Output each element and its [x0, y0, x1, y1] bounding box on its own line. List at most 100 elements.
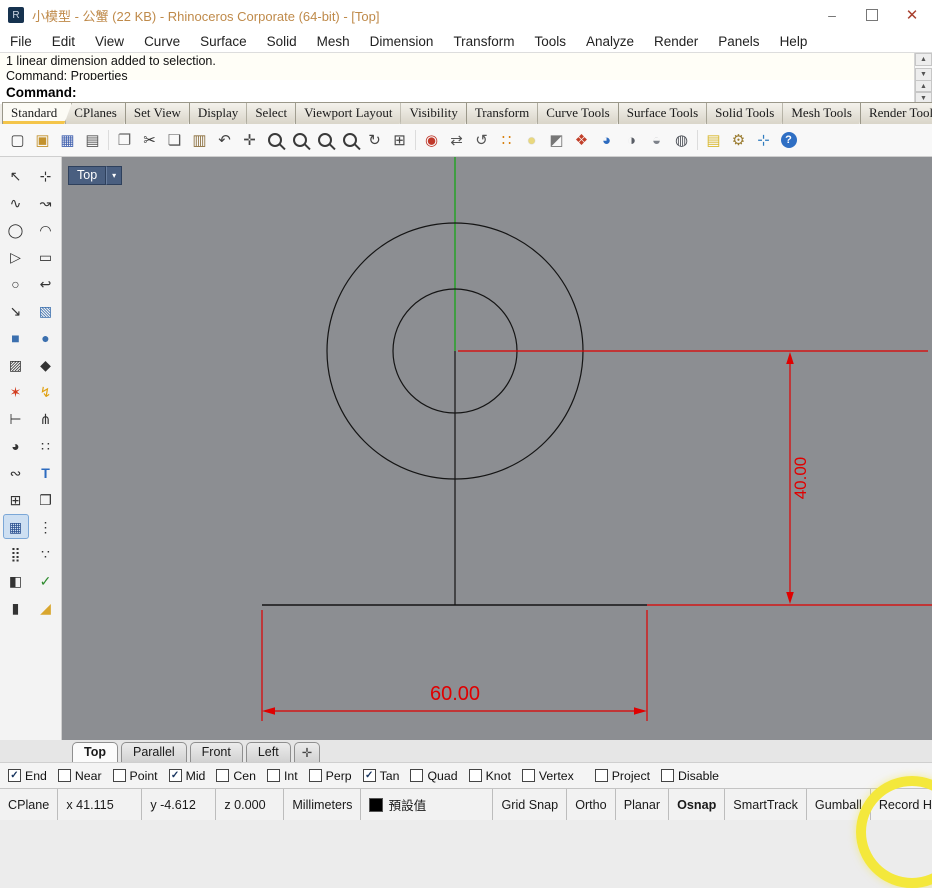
osnap-point[interactable]: Point [112, 769, 158, 783]
maximize-button[interactable] [852, 0, 892, 30]
interpolate-curve-button[interactable]: ↝ [33, 190, 59, 215]
object-visibility-button[interactable]: ⋮ [33, 514, 59, 539]
fillet-corner-button[interactable]: ◧ [3, 568, 29, 593]
surface-from-curves-button[interactable]: ▧ [33, 298, 59, 323]
viewport-tab-parallel[interactable]: Parallel [120, 742, 187, 762]
options-button[interactable]: ⚙ [726, 127, 751, 154]
tab-set-view[interactable]: Set View [125, 102, 196, 124]
ellipse-button[interactable]: ○ [3, 271, 29, 296]
close-button[interactable]: ✕ [892, 0, 932, 30]
rotate-view-button[interactable]: ↻ [362, 127, 387, 154]
osnap-toggle[interactable]: Osnap [669, 789, 726, 820]
rectangle-button[interactable]: ▭ [33, 244, 59, 269]
planar-toggle[interactable]: Planar [616, 789, 670, 820]
viewport-tab-left[interactable]: Left [245, 742, 291, 762]
named-view-button[interactable]: ◉ [419, 127, 444, 154]
menu-curve[interactable]: Curve [134, 30, 190, 52]
menu-dimension[interactable]: Dimension [360, 30, 444, 52]
extrude-surface-button[interactable]: ▨ [3, 352, 29, 377]
menu-edit[interactable]: Edit [42, 30, 85, 52]
point-grid-button[interactable]: ⣿ [3, 541, 29, 566]
circle-button[interactable]: ◯ [3, 217, 29, 242]
pan-button[interactable]: ✛ [237, 127, 262, 154]
osnap-perp[interactable]: Perp [308, 769, 352, 783]
menu-help[interactable]: Help [770, 30, 818, 52]
ortho-toggle[interactable]: Ortho [567, 789, 616, 820]
gumball-button[interactable]: ⊹ [751, 127, 776, 154]
osnap-project[interactable]: Project [594, 769, 650, 783]
units-pane[interactable]: Millimeters [284, 789, 362, 820]
viewport-canvas[interactable]: 40.00 60.00 [62, 157, 932, 740]
text-button[interactable]: T [33, 460, 59, 485]
shaded-mode-button[interactable]: ◑ [619, 127, 644, 154]
render-preview-button[interactable]: ◕ [594, 127, 619, 154]
tab-select[interactable]: Select [246, 102, 302, 124]
paste-button[interactable]: ▥ [187, 127, 212, 154]
tab-visibility[interactable]: Visibility [400, 102, 472, 124]
sphere-button[interactable]: ● [33, 325, 59, 350]
cylinder-button[interactable]: ▮ [3, 595, 29, 620]
control-point-curve-button[interactable]: ∿ [3, 190, 29, 215]
viewport-tab-front[interactable]: Front [189, 742, 243, 762]
osnap-vertex[interactable]: Vertex [521, 769, 574, 783]
layer-pane[interactable]: 預設值 [361, 789, 494, 820]
zoom-selected-button[interactable] [337, 127, 362, 154]
tab-cplanes[interactable]: CPlanes [65, 102, 132, 124]
tab-surface-tools[interactable]: Surface Tools [618, 102, 713, 124]
arc-button[interactable]: ◠ [33, 217, 59, 242]
viewport-title-dropdown[interactable]: ▾ [106, 166, 123, 185]
osnap-tan[interactable]: ✓ Tan [362, 769, 399, 783]
osnap-end[interactable]: ✓ End [8, 769, 47, 783]
copy-object-button[interactable]: ❐ [33, 487, 59, 512]
tab-display[interactable]: Display [189, 102, 253, 124]
menu-solid[interactable]: Solid [257, 30, 307, 52]
single-point-button[interactable]: ⊹ [33, 163, 59, 188]
osnap-near[interactable]: Near [57, 769, 102, 783]
boolean-union-button[interactable]: ◕ [3, 433, 29, 458]
lock-toggle-button[interactable]: ◩ [544, 127, 569, 154]
tab-render-tools[interactable]: Render Tools [860, 102, 932, 124]
tab-solid-tools[interactable]: Solid Tools [706, 102, 789, 124]
loft-button[interactable]: ◆ [33, 352, 59, 377]
osnap-int[interactable]: Int [266, 769, 298, 783]
minimize-button[interactable]: – [812, 0, 852, 30]
zoom-extents-button[interactable] [312, 127, 337, 154]
top-viewport[interactable]: 40.00 60.00 Top ▾ [62, 157, 932, 740]
export-copy-button[interactable]: ❐ [112, 127, 137, 154]
viewport-title-label[interactable]: Top [68, 166, 107, 185]
osnap-quad[interactable]: Quad [410, 769, 458, 783]
spinner-up-button[interactable]: ▲ [915, 80, 932, 92]
control-points-button[interactable]: ∵ [33, 541, 59, 566]
menu-surface[interactable]: Surface [190, 30, 257, 52]
check-geometry-button[interactable]: ✓ [33, 568, 59, 593]
tab-transform[interactable]: Transform [466, 102, 544, 124]
menu-panels[interactable]: Panels [708, 30, 769, 52]
menu-transform[interactable]: Transform [443, 30, 524, 52]
zoom-dynamic-button[interactable] [262, 127, 287, 154]
command-history-scrollbar[interactable]: ▲ ▼ [914, 53, 932, 81]
undo-button[interactable]: ↶ [212, 127, 237, 154]
curve-edit-button[interactable]: ∾ [3, 460, 29, 485]
tab-viewport-layout[interactable]: Viewport Layout [295, 102, 407, 124]
points-on-button[interactable]: ∷ [33, 433, 59, 458]
menu-render[interactable]: Render [644, 30, 708, 52]
pan-view-button[interactable]: ⇄ [444, 127, 469, 154]
undo-view-button[interactable]: ↺ [469, 127, 494, 154]
add-viewport-tab-button[interactable]: ✛ [293, 742, 321, 762]
open-file-button[interactable]: ▣ [30, 127, 55, 154]
smarttrack-toggle[interactable]: SmartTrack [725, 789, 807, 820]
command-prompt[interactable]: Command: ▲ ▼ [0, 80, 932, 105]
osnap-cen[interactable]: Cen [216, 769, 256, 783]
osnap-mid[interactable]: ✓ Mid [168, 769, 205, 783]
menu-view[interactable]: View [85, 30, 134, 52]
box-button[interactable]: ■ [3, 325, 29, 350]
curve-bolt-button[interactable]: ↯ [33, 379, 59, 404]
scroll-up-button[interactable]: ▲ [915, 53, 932, 66]
save-file-button[interactable]: ▦ [55, 127, 80, 154]
cplane-pane[interactable]: CPlane [0, 789, 59, 820]
tab-curve-tools[interactable]: Curve Tools [537, 102, 625, 124]
osnap-points-button[interactable]: ∷ [494, 127, 519, 154]
polygon-button[interactable]: ▷ [3, 244, 29, 269]
osnap-knot[interactable]: Knot [468, 769, 511, 783]
viewport-layout-button[interactable]: ⊞ [387, 127, 412, 154]
